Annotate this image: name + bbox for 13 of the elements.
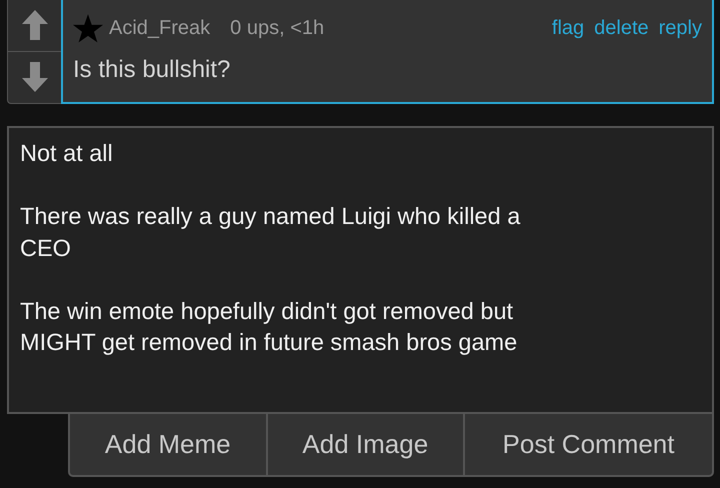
form-button[interactable]: Add Meme xyxy=(68,414,268,477)
comment-action-link[interactable]: delete xyxy=(594,16,649,40)
form-button[interactable]: Post Comment xyxy=(465,414,714,477)
star-icon xyxy=(73,13,103,43)
comment-action-link[interactable]: flag xyxy=(552,16,584,40)
author-name: Acid_Freak xyxy=(109,16,210,40)
comment-action-link[interactable]: reply xyxy=(658,16,702,40)
comment-meta: 0 ups, <1h xyxy=(230,16,324,40)
comment-text: Is this bullshit? xyxy=(73,56,232,84)
comment-input-field[interactable]: Not at all There was really a guy named Luigi who killed a CEO The win emote hopefully didn't got removed but MIGHT get removed in future smash bros game xyxy=(7,126,714,414)
form-button[interactable]: Add Image xyxy=(268,414,466,477)
down-arrow-icon xyxy=(22,62,48,92)
up-arrow-icon xyxy=(22,10,48,40)
